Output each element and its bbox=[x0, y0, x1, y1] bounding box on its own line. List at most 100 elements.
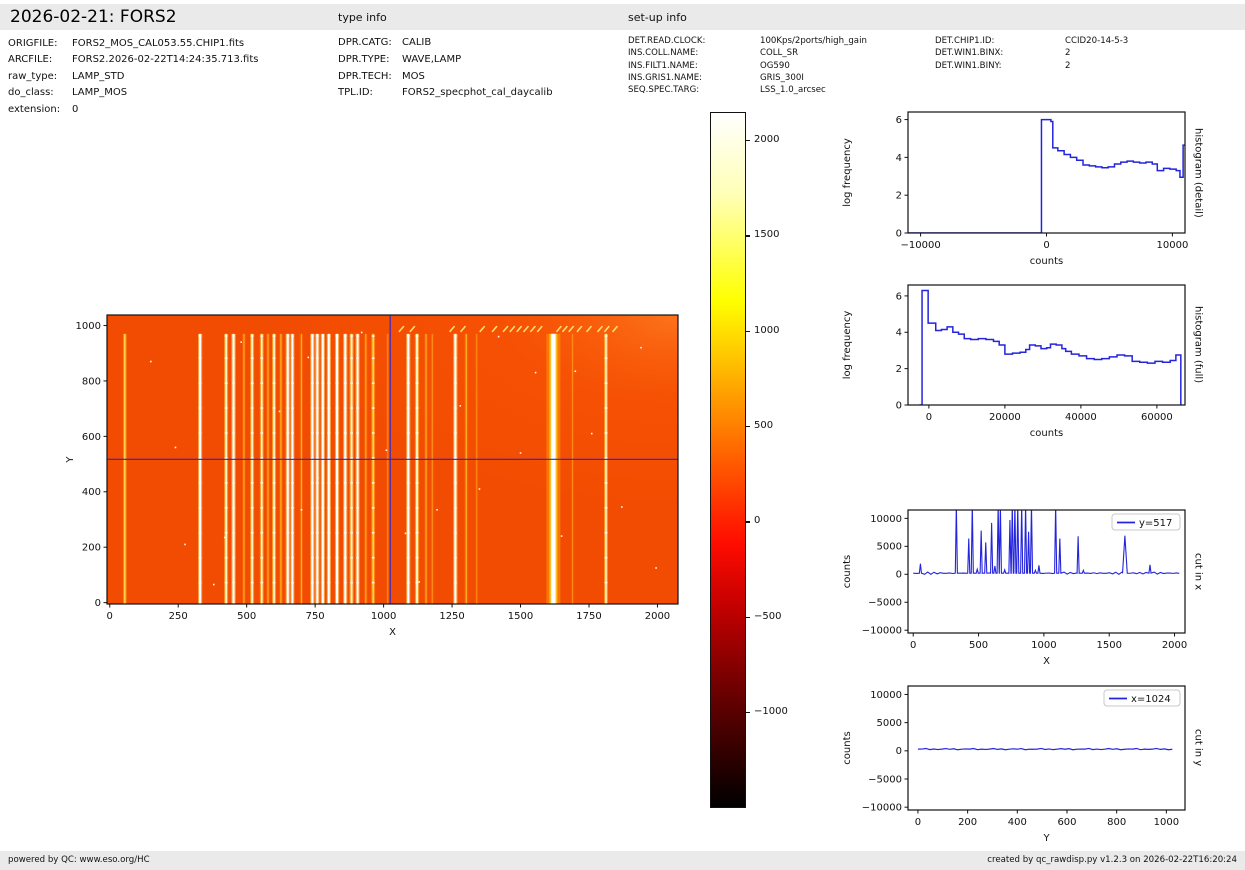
svg-text:600: 600 bbox=[1057, 817, 1076, 828]
svg-text:40000: 40000 bbox=[1065, 412, 1097, 423]
svg-text:0: 0 bbox=[926, 412, 932, 423]
hot-pixel bbox=[300, 508, 303, 511]
colorbar-tick bbox=[746, 426, 750, 428]
hot-pixel bbox=[385, 449, 388, 452]
hot-pixel bbox=[418, 581, 421, 583]
histogram-full-plot: 0 20000 40000 60000 0 2 4 6 counts log frequency bbox=[842, 284, 1186, 439]
svg-text:4: 4 bbox=[896, 328, 902, 339]
footer-bar: powered by QC: www.eso.org/HC created by… bbox=[0, 851, 1245, 870]
hot-pixel bbox=[336, 567, 338, 569]
hot-pixel bbox=[640, 346, 642, 349]
svg-text:10000: 10000 bbox=[1157, 240, 1189, 251]
svg-text:1000: 1000 bbox=[76, 321, 101, 332]
raw-image-heatmap bbox=[107, 315, 678, 604]
svg-text:500: 500 bbox=[969, 640, 988, 651]
hot-pixel bbox=[590, 432, 593, 435]
svg-text:x=1024: x=1024 bbox=[1131, 694, 1171, 705]
svg-text:0: 0 bbox=[95, 598, 101, 609]
svg-text:0: 0 bbox=[896, 746, 902, 757]
hot-pixel bbox=[223, 536, 226, 539]
colorbar-tick-label: 0 bbox=[754, 515, 761, 527]
svg-text:Y: Y bbox=[1042, 833, 1050, 844]
svg-text:2: 2 bbox=[896, 364, 902, 375]
svg-text:log frequency: log frequency bbox=[842, 311, 853, 380]
svg-text:−10000: −10000 bbox=[862, 626, 902, 637]
svg-text:1500: 1500 bbox=[1096, 640, 1121, 651]
colorbar-tick-label: −1000 bbox=[754, 706, 788, 718]
svg-text:4: 4 bbox=[896, 153, 902, 164]
svg-text:2000: 2000 bbox=[645, 611, 670, 622]
hot-pixel bbox=[655, 567, 657, 569]
svg-text:250: 250 bbox=[169, 611, 188, 622]
svg-text:1500: 1500 bbox=[508, 611, 533, 622]
svg-text:−5000: −5000 bbox=[868, 774, 902, 785]
svg-text:1750: 1750 bbox=[576, 611, 601, 622]
cut-in-x-plot: 0 500 1000 1500 2000 10000 5000 0 −5000 −10000 Xco… bbox=[842, 509, 1187, 667]
histogram-detail-plot-series bbox=[908, 118, 1185, 233]
svg-text:200: 200 bbox=[958, 817, 977, 828]
colorbar-tick-label: 1000 bbox=[754, 324, 780, 336]
svg-text:6: 6 bbox=[896, 291, 902, 302]
svg-text:y=517: y=517 bbox=[1139, 518, 1172, 529]
colorbar-tick-label: 1500 bbox=[754, 229, 780, 241]
svg-text:600: 600 bbox=[82, 432, 101, 443]
svg-text:counts: counts bbox=[1030, 428, 1063, 439]
histogram-full-right-label: histogram (full) bbox=[1192, 306, 1204, 384]
svg-text:−10000: −10000 bbox=[862, 803, 902, 814]
svg-text:500: 500 bbox=[237, 611, 256, 622]
colorbar-tick-label: −500 bbox=[754, 610, 782, 622]
svg-text:400: 400 bbox=[82, 487, 101, 498]
raw-image-plot: 0 250 500 750 1000 1250 1500 1750 2000 0 200 400 600… bbox=[65, 314, 679, 638]
svg-text:0: 0 bbox=[107, 611, 113, 622]
svg-text:counts: counts bbox=[1030, 256, 1063, 267]
hot-pixel bbox=[184, 543, 186, 546]
svg-text:2000: 2000 bbox=[1162, 640, 1187, 651]
hot-pixel bbox=[251, 382, 253, 385]
colorbar-tick bbox=[746, 616, 750, 618]
svg-text:0: 0 bbox=[1043, 240, 1049, 251]
cut-in-x-right-label: cut in x bbox=[1192, 552, 1204, 591]
footer-created-by: created by qc_rawdisp.py v1.2.3 on 2026-… bbox=[987, 855, 1237, 865]
svg-text:log frequency: log frequency bbox=[842, 138, 853, 207]
hot-pixel bbox=[278, 410, 281, 413]
hot-pixel bbox=[150, 360, 152, 363]
hot-pixel bbox=[404, 532, 407, 535]
colorbar-tick bbox=[746, 712, 750, 714]
svg-text:200: 200 bbox=[82, 543, 101, 554]
colorbar-tick bbox=[746, 330, 750, 332]
svg-text:10000: 10000 bbox=[870, 514, 902, 525]
svg-text:1000: 1000 bbox=[1154, 817, 1179, 828]
svg-text:800: 800 bbox=[1107, 817, 1126, 828]
svg-text:20000: 20000 bbox=[989, 412, 1021, 423]
svg-text:counts: counts bbox=[842, 731, 853, 764]
hot-pixel bbox=[174, 446, 177, 449]
histogram-full-plot-series bbox=[919, 289, 1182, 405]
histogram-detail-right-label: histogram (detail) bbox=[1192, 127, 1204, 218]
hot-pixel bbox=[317, 477, 319, 479]
colorbar-tick-label: 2000 bbox=[754, 134, 780, 146]
svg-text:1000: 1000 bbox=[1031, 640, 1056, 651]
hot-pixel bbox=[213, 583, 215, 586]
cut-in-y-right-label: cut in y bbox=[1192, 729, 1204, 767]
hot-pixel bbox=[497, 335, 500, 338]
figure-area: 0 250 500 750 1000 1250 1500 1750 2000 0 200 400 600… bbox=[0, 0, 1245, 870]
svg-text:1000: 1000 bbox=[371, 611, 396, 622]
svg-text:800: 800 bbox=[82, 376, 101, 387]
hot-pixel bbox=[240, 341, 242, 343]
histogram-detail-plot: −10000 0 100000246countslog frequency bbox=[842, 111, 1189, 267]
colorbar-tick bbox=[746, 140, 750, 142]
hot-pixel bbox=[478, 488, 481, 490]
hot-pixel bbox=[360, 331, 363, 334]
svg-text:6: 6 bbox=[896, 115, 902, 126]
svg-text:−5000: −5000 bbox=[868, 598, 902, 609]
svg-text:X: X bbox=[389, 627, 396, 638]
svg-text:750: 750 bbox=[306, 611, 325, 622]
colorbar-tick bbox=[746, 235, 750, 237]
hot-pixel bbox=[574, 370, 577, 373]
svg-text:400: 400 bbox=[1008, 817, 1027, 828]
hot-pixel bbox=[307, 356, 310, 359]
svg-text:counts: counts bbox=[842, 555, 853, 588]
svg-text:5000: 5000 bbox=[877, 718, 902, 729]
svg-text:0: 0 bbox=[915, 817, 921, 828]
cut-in-y-series bbox=[917, 747, 1173, 751]
